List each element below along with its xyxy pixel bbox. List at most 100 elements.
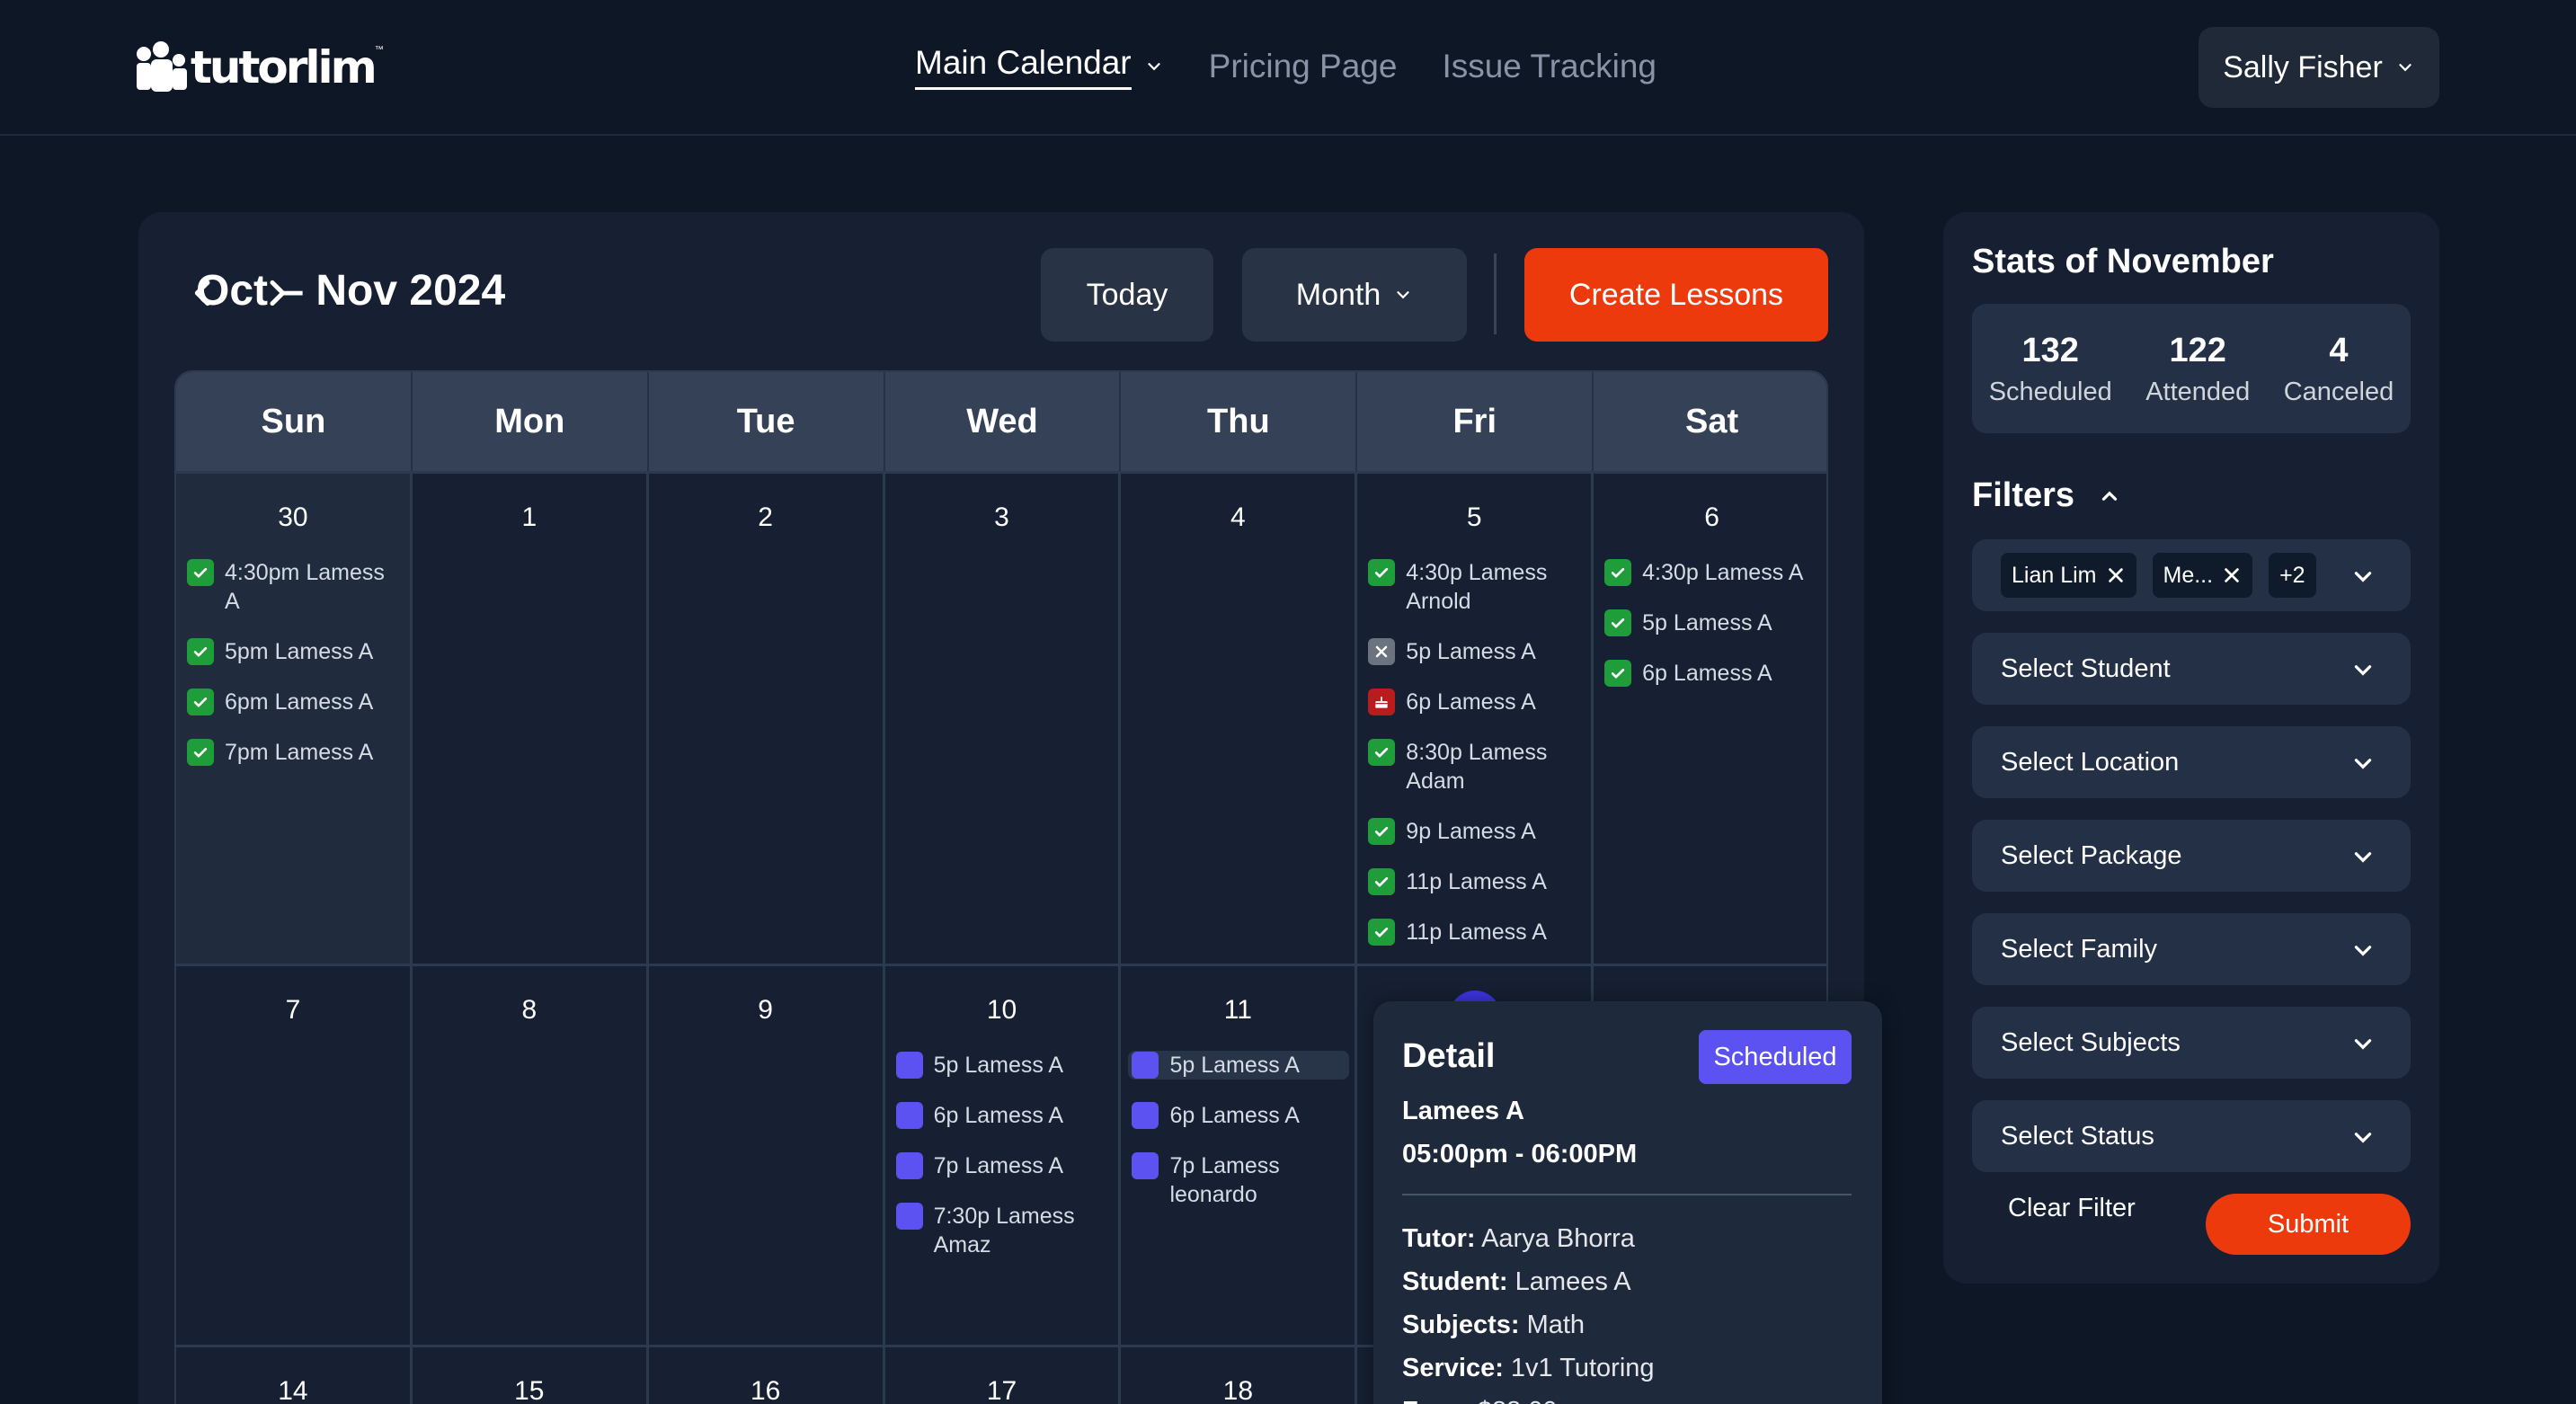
day-cell[interactable]: 10 5p Lamess A 6p Lamess A 7p Lamess A 7:30p… [885, 966, 1122, 1345]
user-menu-button[interactable]: Sally Fisher [2198, 27, 2439, 108]
detail-row: Service: 1v1 Tutoring [1402, 1346, 1655, 1390]
day-cell[interactable]: 14 [176, 1347, 413, 1404]
check-icon [1368, 919, 1396, 946]
detail-title: Detail [1402, 1037, 1496, 1075]
chevron-down-icon [1147, 63, 1160, 71]
lesson-event[interactable]: 7p Lamess leonardo [1132, 1151, 1347, 1209]
day-number: 1 [521, 502, 537, 532]
day-cell[interactable]: 6 4:30p Lamess A 5p Lamess A 6p Lamess A [1594, 474, 1826, 964]
filter-select-subjects[interactable]: Select Subjects [1972, 1007, 2411, 1079]
lesson-detail-popup: Detail Scheduled Lamees A 05:00pm - 06:0… [1373, 1001, 1882, 1404]
clear-filter-button[interactable]: Clear Filter [2008, 1194, 2136, 1223]
day-of-week-fri: Fri [1357, 372, 1594, 471]
day-cell[interactable]: 18 [1121, 1347, 1358, 1404]
lesson-event[interactable]: 6p Lamess A [895, 1101, 1112, 1130]
nav-pricing-page[interactable]: Pricing Page [1209, 48, 1398, 85]
lesson-event[interactable]: 4:30p Lamess Arnold [1368, 558, 1584, 616]
filter-select-family[interactable]: Select Family [1972, 913, 2411, 985]
toolbar-divider [1494, 253, 1497, 334]
close-icon[interactable] [2106, 565, 2126, 585]
lesson-event[interactable]: 7:30p Lamess Amaz [895, 1202, 1112, 1259]
day-cell[interactable]: 7 [176, 966, 413, 1345]
lesson-event-label: 5p Lamess A [933, 1053, 1064, 1078]
tutorlim-logo[interactable]: tutorlim ™ [137, 40, 384, 95]
lesson-event[interactable]: 7p Lamess A [895, 1151, 1112, 1180]
lesson-event[interactable]: 6p Lamess A [1132, 1101, 1347, 1130]
check-icon [187, 559, 214, 586]
chip-label: Lian Lim [2012, 562, 2097, 588]
close-icon[interactable] [2222, 565, 2242, 585]
day-cell[interactable]: 15 [413, 1347, 649, 1404]
scheduled-square-icon [1132, 1102, 1159, 1129]
submit-button[interactable]: Submit [2206, 1194, 2411, 1255]
check-icon [1604, 609, 1632, 636]
lesson-event-label: 9p Lamess A [1406, 819, 1536, 844]
lesson-event[interactable]: 5pm Lamess A [187, 637, 403, 666]
chip-tutor: Me... [2152, 553, 2253, 598]
lesson-event[interactable]: 4:30pm Lamess A [187, 558, 403, 616]
view-month-label: Month [1295, 277, 1381, 312]
day-number: 17 [986, 1376, 1017, 1404]
lesson-event[interactable]: 8:30p Lamess Adam [1368, 738, 1584, 795]
day-cell[interactable]: 3 [885, 474, 1122, 964]
nav-main-calendar[interactable]: Main Calendar [915, 44, 1164, 90]
day-cell[interactable]: 1 [413, 474, 649, 964]
check-icon [187, 689, 214, 715]
day-cell[interactable]: 8 [413, 966, 649, 1345]
day-number: 5 [1466, 502, 1482, 532]
view-month-dropdown[interactable]: Month [1242, 248, 1467, 342]
filter-select-package[interactable]: Select Package [1972, 820, 2411, 892]
selected-chips: Lian Lim Me... +2 [2001, 553, 2332, 598]
stat-number: 4 [2329, 331, 2349, 369]
lesson-event-label: 6pm Lamess A [225, 689, 374, 715]
lesson-event[interactable]: 7pm Lamess A [187, 738, 403, 767]
lesson-event[interactable]: 4:30p Lamess A [1604, 558, 1823, 587]
day-cell[interactable]: 16 [649, 1347, 885, 1404]
filter-select-location[interactable]: Select Location [1972, 726, 2411, 798]
day-cell[interactable]: 11 5p Lamess A 6p Lamess A 7p Lamess leonar… [1121, 966, 1358, 1345]
lesson-event[interactable]: 5p Lamess A [1368, 637, 1584, 666]
chevron-down-icon [2354, 759, 2372, 769]
top-header: tutorlim ™ Main Calendar Pricing Page Is… [0, 0, 2576, 136]
check-icon [1368, 818, 1396, 845]
lesson-event[interactable]: 11p Lamess A [1368, 867, 1584, 896]
chip-more-count: +2 [2269, 553, 2316, 598]
filter-select-label: Select Family [2001, 934, 2158, 964]
nav-main-calendar-label: Main Calendar [915, 44, 1132, 90]
lesson-event[interactable]: 5p Lamess A [1604, 609, 1823, 637]
today-button[interactable]: Today [1041, 248, 1213, 342]
filter-select-student[interactable]: Select Student [1972, 633, 2411, 705]
lesson-event[interactable]: 6pm Lamess A [187, 688, 403, 716]
create-lessons-button[interactable]: Create Lessons [1524, 248, 1828, 342]
filter-select-label: Select Location [2001, 747, 2180, 777]
lesson-event[interactable]: 6p Lamess A [1604, 659, 1823, 688]
lesson-event-label: 11p Lamess A [1406, 869, 1547, 894]
lesson-event-label: 8:30p Lamess Adam [1406, 740, 1548, 794]
stats-summary: 132 Scheduled 122 Attended 4 Canceled [1972, 304, 2411, 433]
day-cell[interactable]: 2 [649, 474, 885, 964]
day-cell[interactable]: 17 [885, 1347, 1122, 1404]
lesson-event[interactable]: 9p Lamess A [1368, 817, 1584, 846]
filters-toggle[interactable]: Filters [1972, 476, 2121, 515]
tutor-multi-select[interactable]: Lian Lim Me... +2 [1972, 539, 2411, 611]
day-cell[interactable]: 30 4:30pm Lamess A 5pm Lamess A 6pm Lamess … [176, 474, 413, 964]
chevron-down-icon [2399, 64, 2412, 72]
lesson-event-label: 5pm Lamess A [225, 639, 374, 664]
lesson-event[interactable]: 6p Lamess A [1368, 688, 1584, 716]
lesson-event[interactable]: 5p Lamess A [1128, 1051, 1350, 1080]
day-cell[interactable]: 9 [649, 966, 885, 1345]
lesson-event[interactable]: 5p Lamess A [895, 1051, 1112, 1080]
day-cell[interactable]: 4 [1121, 474, 1358, 964]
detail-row-value: Lamees A [1515, 1267, 1631, 1296]
nav-issue-tracking[interactable]: Issue Tracking [1442, 48, 1657, 85]
event-list: 5p Lamess A 6p Lamess A 7p Lamess A 7:30p L… [895, 1051, 1112, 1281]
day-cell[interactable]: 5 4:30p Lamess Arnold 5p Lamess A 6p Lamess… [1357, 474, 1594, 964]
filter-select-status[interactable]: Select Status [1972, 1100, 2411, 1172]
lesson-event[interactable]: 11p Lamess A [1368, 918, 1584, 946]
day-number: 10 [986, 995, 1017, 1025]
day-number: 30 [278, 502, 308, 532]
scheduled-square-icon [895, 1102, 923, 1129]
day-number: 14 [278, 1376, 308, 1404]
detail-row: Student: Lamees A [1402, 1260, 1655, 1303]
calendar-range-title: Oct – Nov 2024 [196, 267, 506, 315]
